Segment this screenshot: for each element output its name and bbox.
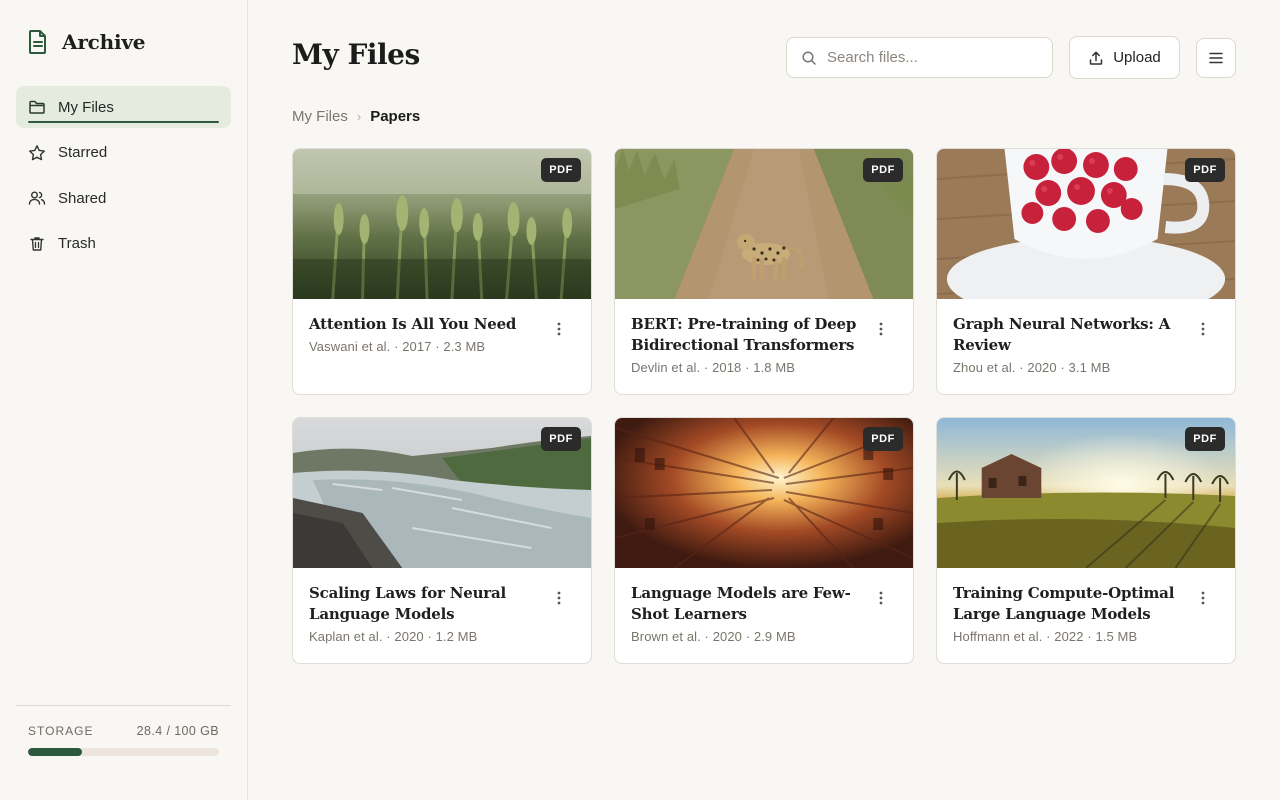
storage-label: STORAGE bbox=[28, 724, 94, 738]
file-type-badge: PDF bbox=[863, 158, 903, 182]
more-vertical-icon bbox=[1201, 591, 1205, 605]
brand[interactable]: Archive bbox=[28, 29, 146, 55]
sidebar: Archive My Files Starred Shared Trash ST… bbox=[0, 0, 248, 800]
file-meta: Devlin et al. · 2018 · 1.8 MB bbox=[631, 360, 796, 375]
more-vertical-icon bbox=[879, 322, 883, 336]
sidebar-nav: My Files Starred Shared Trash bbox=[16, 86, 231, 268]
users-icon bbox=[28, 191, 46, 205]
upload-label: Upload bbox=[1113, 49, 1161, 66]
file-menu-button[interactable] bbox=[547, 588, 571, 608]
file-title: Training Compute-Optimal Large Language … bbox=[953, 584, 1175, 623]
file-type-badge: PDF bbox=[1185, 158, 1225, 182]
file-type-badge: PDF bbox=[541, 427, 581, 451]
app-title: Archive bbox=[62, 30, 146, 54]
breadcrumb-separator: › bbox=[356, 109, 362, 124]
sidebar-item-starred[interactable]: Starred bbox=[16, 132, 231, 174]
file-title: Scaling Laws for Neural Language Models bbox=[309, 584, 507, 623]
breadcrumb-root[interactable]: My Files bbox=[292, 108, 348, 125]
file-type-badge: PDF bbox=[863, 427, 903, 451]
upload-icon bbox=[1089, 51, 1103, 65]
file-type-badge: PDF bbox=[1185, 427, 1225, 451]
sidebar-item-my-files[interactable]: My Files bbox=[16, 86, 231, 128]
file-title: Attention Is All You Need bbox=[309, 315, 517, 333]
file-title: Graph Neural Networks: A Review bbox=[953, 315, 1171, 354]
menu-button[interactable] bbox=[1196, 38, 1236, 78]
file-menu-button[interactable] bbox=[547, 319, 571, 339]
file-meta: Zhou et al. · 2020 · 3.1 MB bbox=[953, 360, 1111, 375]
folder-icon bbox=[29, 100, 45, 114]
storage-panel: STORAGE 28.4 / 100 GB bbox=[16, 705, 231, 756]
file-title: Language Models are Few-Shot Learners bbox=[631, 584, 851, 623]
file-menu-button[interactable] bbox=[1191, 319, 1215, 339]
file-thumbnail: PDF bbox=[937, 418, 1235, 568]
file-thumbnail: PDF bbox=[615, 149, 913, 299]
file-card[interactable]: PDF BERT: Pre-training of Deep Bidirecti… bbox=[614, 148, 914, 395]
search-icon bbox=[802, 50, 816, 65]
sidebar-item-trash[interactable]: Trash bbox=[16, 223, 231, 265]
sidebar-item-shared[interactable]: Shared bbox=[16, 177, 231, 219]
sidebar-item-label: My Files bbox=[58, 98, 114, 116]
file-menu-button[interactable] bbox=[869, 319, 893, 339]
storage-progress-bar bbox=[28, 748, 219, 756]
storage-progress-fill bbox=[28, 748, 83, 756]
trash-icon bbox=[30, 236, 44, 251]
breadcrumb: My Files › Papers bbox=[292, 108, 420, 125]
file-title: BERT: Pre-training of Deep Bidirectional… bbox=[631, 315, 857, 354]
file-card[interactable]: PDF Scaling Laws for Neural Language Mod… bbox=[292, 417, 592, 664]
sidebar-item-label: Shared bbox=[58, 189, 107, 207]
file-meta: Vaswani et al. · 2017 · 2.3 MB bbox=[309, 339, 486, 354]
search-input[interactable] bbox=[827, 49, 1037, 66]
file-card[interactable]: PDF Attention Is All You Need Vaswani et… bbox=[292, 148, 592, 395]
main-content: My Files Upload My Files › Papers bbox=[248, 0, 1280, 800]
more-vertical-icon bbox=[879, 591, 883, 605]
file-thumbnail: PDF bbox=[293, 418, 591, 568]
file-card[interactable]: PDF Training Compute-Optimal Large Langu… bbox=[936, 417, 1236, 664]
page-title: My Files bbox=[292, 38, 420, 71]
file-thumbnail: PDF bbox=[293, 149, 591, 299]
file-menu-button[interactable] bbox=[1191, 588, 1215, 608]
file-card[interactable]: PDF Language Models are Few-Shot Learner… bbox=[614, 417, 914, 664]
breadcrumb-current: Papers bbox=[370, 108, 421, 125]
file-card[interactable]: PDF Graph Neural Networks: A Review Zhou… bbox=[936, 148, 1236, 395]
sidebar-item-label: Starred bbox=[58, 144, 108, 161]
file-thumbnail: PDF bbox=[937, 149, 1235, 299]
more-vertical-icon bbox=[557, 591, 561, 605]
file-menu-button[interactable] bbox=[869, 588, 893, 608]
search-box[interactable] bbox=[786, 37, 1053, 78]
file-meta: Kaplan et al. · 2020 · 1.2 MB bbox=[309, 629, 478, 644]
more-vertical-icon bbox=[557, 322, 561, 336]
file-meta: Hoffmann et al. · 2022 · 1.5 MB bbox=[953, 629, 1138, 644]
file-thumbnail: PDF bbox=[615, 418, 913, 568]
document-icon bbox=[29, 30, 46, 54]
sidebar-item-label: Trash bbox=[58, 235, 96, 252]
upload-button[interactable]: Upload bbox=[1069, 36, 1180, 79]
more-vertical-icon bbox=[1201, 322, 1205, 336]
storage-amount: 28.4 / 100 GB bbox=[136, 724, 219, 738]
file-type-badge: PDF bbox=[541, 158, 581, 182]
file-meta: Brown et al. · 2020 · 2.9 MB bbox=[631, 629, 796, 644]
star-icon bbox=[29, 144, 45, 160]
menu-icon bbox=[1209, 52, 1223, 64]
